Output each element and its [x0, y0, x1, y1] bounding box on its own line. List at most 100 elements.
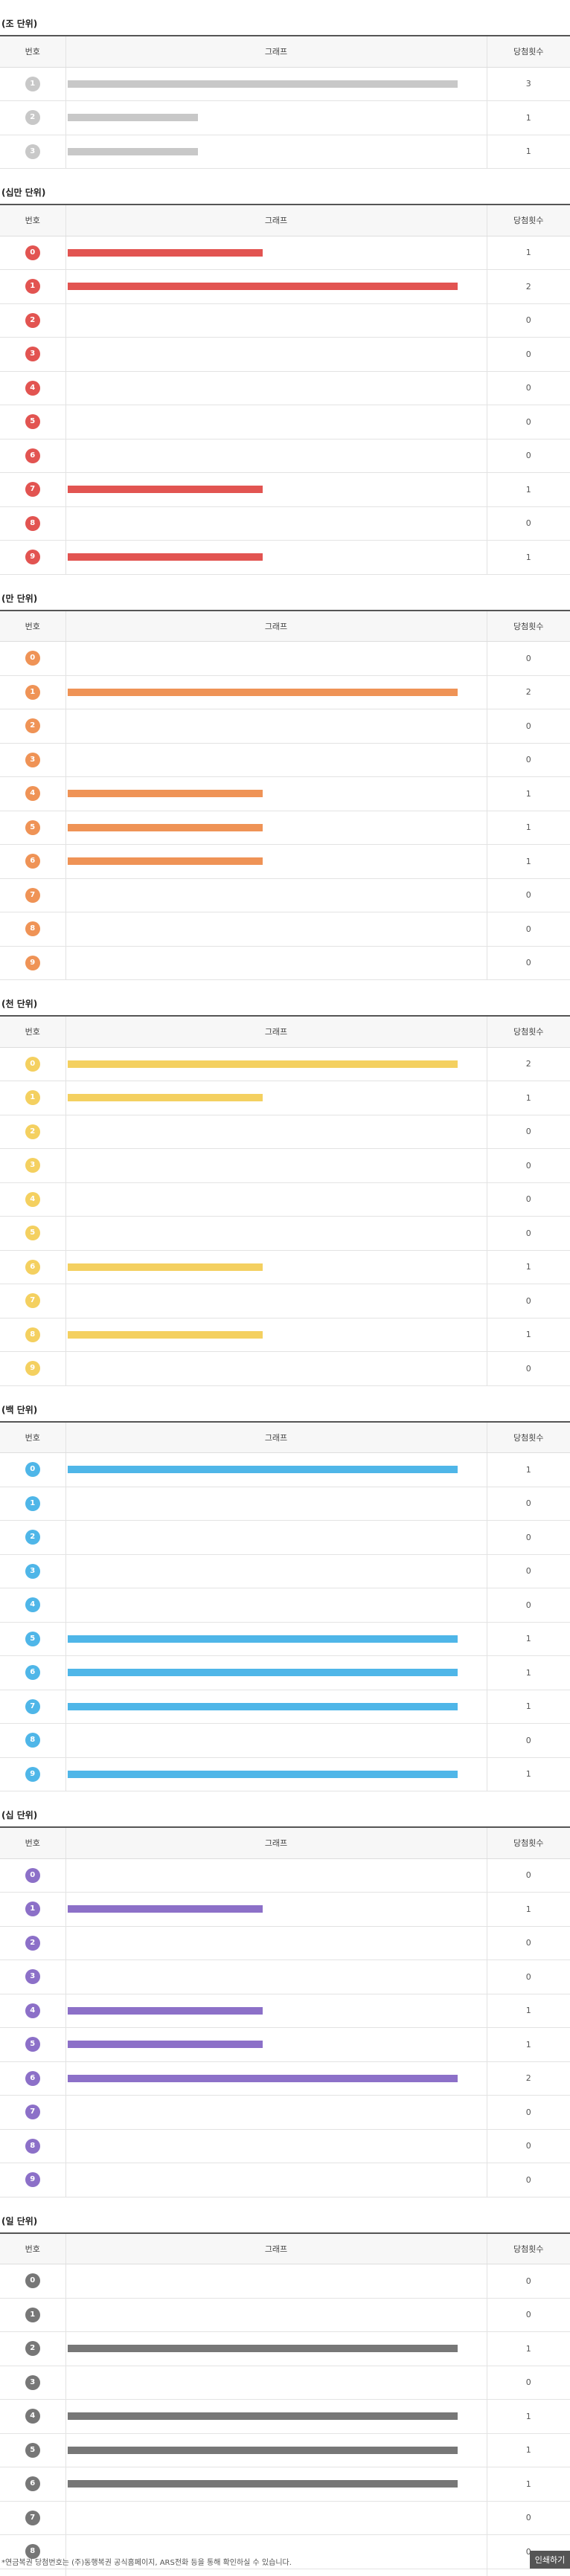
number-cell: 5	[0, 1216, 65, 1251]
number-ball: 2	[25, 1530, 40, 1545]
graph-cell	[65, 844, 487, 879]
count-cell: 1	[486, 2467, 570, 2502]
number-cell: 4	[0, 1588, 65, 1623]
header-number: 번호	[0, 205, 65, 236]
bar-track	[67, 1060, 487, 1068]
number-ball: 6	[25, 1665, 40, 1681]
graph-cell	[65, 2095, 487, 2130]
count-cell: 0	[486, 506, 570, 541]
number-cell: 5	[0, 1622, 65, 1656]
number-ball: 8	[25, 2138, 40, 2154]
graph-cell	[65, 878, 487, 912]
number-cell: 6	[0, 1250, 65, 1284]
number-ball: 9	[25, 955, 40, 970]
bar-track	[68, 1500, 487, 1507]
count-cell: 1	[486, 844, 570, 879]
count-cell: 2	[486, 1047, 570, 1081]
count-cell: 0	[486, 1723, 570, 1758]
number-ball: 6	[25, 448, 40, 463]
table-row: 61	[0, 1655, 570, 1690]
graph-cell	[65, 1284, 487, 1318]
section-title: (만 단위)	[1, 593, 38, 604]
count-cell: 0	[486, 2366, 570, 2400]
table-row: 80	[0, 1723, 570, 1758]
count-cell: 0	[486, 641, 570, 676]
number-ball: 0	[25, 1462, 40, 1478]
print-button[interactable]: 인쇄하기	[530, 2551, 570, 2569]
number-ball: 6	[25, 2070, 40, 2086]
number-cell: 9	[0, 1351, 65, 1386]
number-ball: 4	[25, 2003, 40, 2018]
number-cell: 6	[0, 1655, 65, 1690]
number-ball: 5	[25, 1226, 40, 1241]
table-row: 01	[0, 236, 570, 270]
table-row: 13	[0, 67, 570, 101]
number-ball: 3	[25, 752, 40, 767]
header-count: 당첨횟수	[486, 1827, 570, 1859]
graph-cell	[65, 2467, 487, 2502]
table-row: 40	[0, 371, 570, 405]
number-ball: 8	[25, 921, 40, 937]
count-cell: 0	[486, 2501, 570, 2535]
count-cell: 1	[486, 540, 570, 575]
number-ball: 7	[25, 1698, 40, 1714]
number-cell: 8	[0, 1318, 65, 1352]
bar-track	[68, 1736, 487, 1744]
footnote: *연금복권 당첨번호는 (주)동행복권 공식홈페이지, ARS전화 등을 통해 …	[1, 2559, 292, 2567]
frequency-bar	[67, 553, 263, 561]
table-row: 81	[0, 1318, 570, 1352]
bar-track	[67, 1702, 487, 1710]
number-cell: 8	[0, 2129, 65, 2163]
section-title: (조 단위)	[1, 19, 38, 29]
number-cell: 1	[0, 67, 65, 101]
number-ball: 0	[25, 2273, 40, 2289]
graph-cell	[65, 675, 487, 709]
bar-track	[67, 688, 487, 696]
bar-track	[68, 350, 487, 358]
number-ball: 7	[25, 887, 40, 903]
number-cell: 2	[0, 1926, 65, 1960]
count-cell: 1	[486, 1994, 570, 2028]
number-cell: 9	[0, 2163, 65, 2197]
table-row: 00	[0, 2264, 570, 2299]
number-ball: 9	[25, 550, 40, 565]
number-ball: 1	[25, 1495, 40, 1511]
bar-track	[67, 486, 487, 494]
header-number: 번호	[0, 1827, 65, 1859]
count-cell: 0	[486, 1926, 570, 1960]
table-header-row: 번호 그래프 당첨횟수	[0, 1421, 570, 1453]
count-cell: 0	[486, 2163, 570, 2197]
table-header-row: 번호 그래프 당첨횟수	[0, 610, 570, 642]
count-cell: 1	[486, 1690, 570, 1724]
bar-track	[68, 925, 487, 933]
number-cell: 7	[0, 1284, 65, 1318]
header-number: 번호	[0, 2232, 65, 2264]
number-cell: 7	[0, 1690, 65, 1724]
bar-track	[67, 114, 487, 122]
number-ball: 6	[25, 1259, 40, 1275]
count-cell: 1	[486, 1250, 570, 1284]
number-cell: 4	[0, 1994, 65, 2028]
number-ball: 7	[25, 2105, 40, 2120]
number-cell: 1	[0, 1081, 65, 1115]
number-cell: 1	[0, 1487, 65, 1521]
bar-track	[68, 1128, 487, 1136]
number-ball: 3	[25, 1969, 40, 1985]
graph-cell	[65, 1960, 487, 1994]
number-cell: 8	[0, 1723, 65, 1758]
number-cell: 2	[0, 1115, 65, 1149]
frequency-table: 번호 그래프 당첨횟수 1 3 2 1 3 1	[0, 35, 570, 169]
table-header-row: 번호 그래프 당첨횟수	[0, 1827, 570, 1859]
bar-track	[67, 1466, 487, 1474]
count-cell: 1	[486, 2331, 570, 2366]
table-row: 91	[0, 1757, 570, 1791]
count-cell: 1	[486, 2399, 570, 2434]
number-cell: 9	[0, 540, 65, 575]
count-cell: 0	[486, 1960, 570, 1994]
bar-track	[68, 2108, 487, 2116]
table-header-row: 번호 그래프 당첨횟수	[0, 2232, 570, 2264]
count-cell: 1	[486, 2027, 570, 2062]
frequency-bar	[67, 80, 458, 88]
bar-track	[67, 2006, 487, 2015]
table-header-row: 번호 그래프 당첨횟수	[0, 205, 570, 236]
